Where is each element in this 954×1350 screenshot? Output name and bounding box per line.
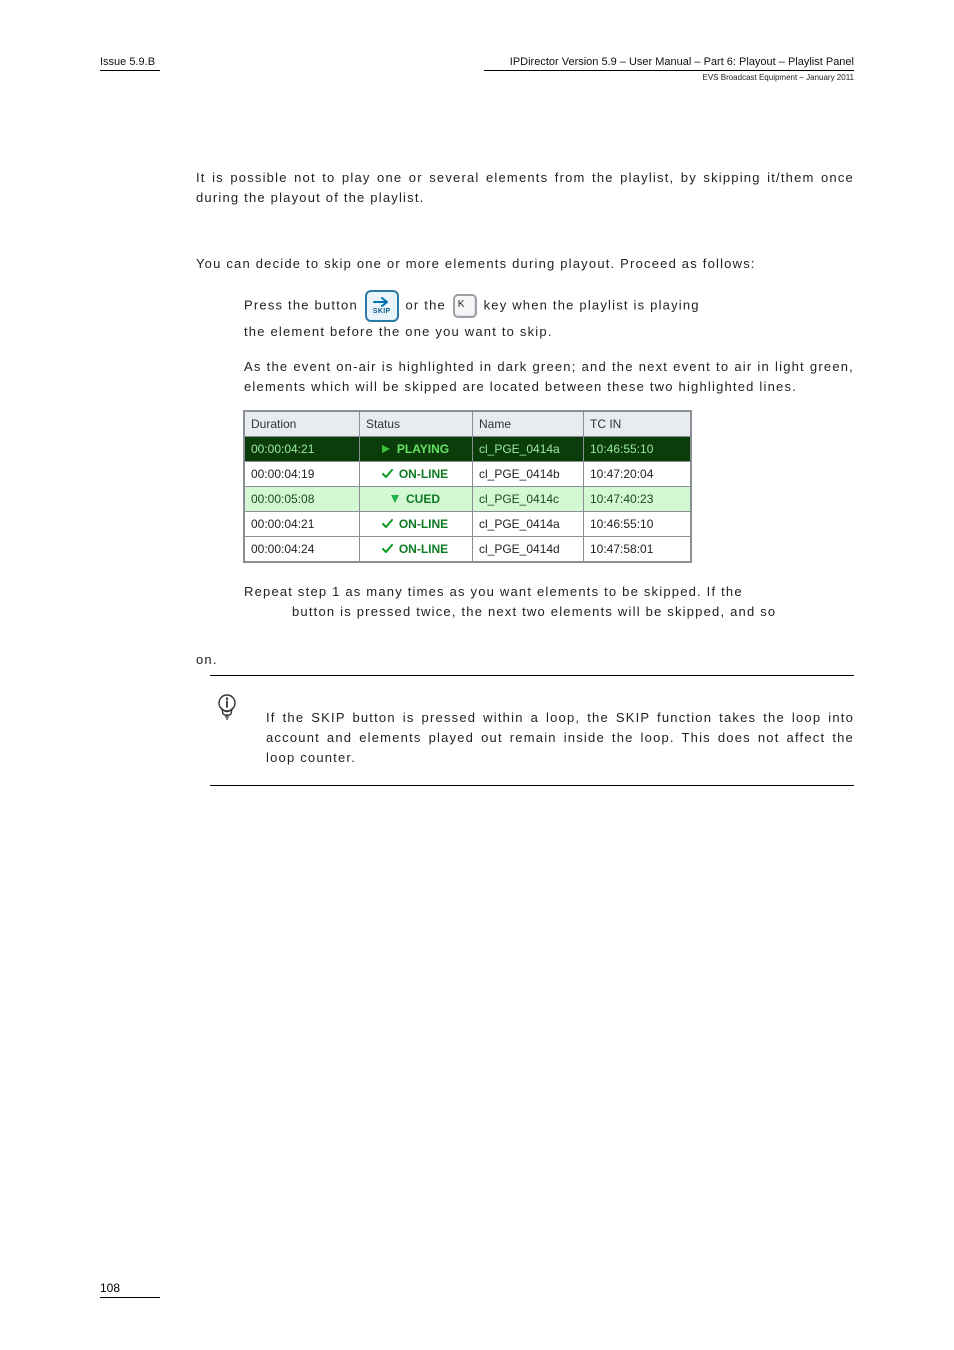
cell-duration: 00:00:05:08	[245, 486, 360, 511]
header-rule-right	[484, 70, 854, 71]
status-label: ON-LINE	[399, 517, 448, 531]
status-label: ON-LINE	[399, 542, 448, 556]
cell-status: CUED	[360, 486, 473, 511]
header-rule-left	[100, 70, 160, 71]
header-title: IPDirector Version 5.9 – User Manual – P…	[510, 56, 854, 68]
note-icon	[214, 692, 240, 725]
page-number: 108	[100, 1281, 160, 1295]
status-label: ON-LINE	[399, 467, 448, 481]
table-row[interactable]: 00:00:04:24 ON-LINE cl_PGE_0414d 10:47:5…	[245, 536, 691, 561]
cell-name: cl_PGE_0414a	[473, 436, 584, 461]
cued-icon	[390, 494, 400, 504]
cell-tcin: 10:46:55:10	[584, 436, 691, 461]
skip-button-label: SKIP	[373, 307, 391, 318]
col-duration[interactable]: Duration	[245, 411, 360, 436]
cell-status: ON-LINE	[360, 536, 473, 561]
play-icon	[381, 444, 391, 454]
footer-rule	[100, 1297, 160, 1298]
table-header-row: Duration Status Name TC IN	[245, 411, 691, 436]
status-label: PLAYING	[397, 442, 449, 456]
cell-status: PLAYING	[360, 436, 473, 461]
table-row[interactable]: 00:00:04:19 ON-LINE cl_PGE_0414b 10:47:2…	[245, 461, 691, 486]
cell-tcin: 10:47:58:01	[584, 536, 691, 561]
cell-status: ON-LINE	[360, 511, 473, 536]
col-tcin[interactable]: TC IN	[584, 411, 691, 436]
cell-duration: 00:00:04:21	[245, 511, 360, 536]
col-name[interactable]: Name	[473, 411, 584, 436]
header-sub: EVS Broadcast Equipment – January 2011	[100, 73, 854, 82]
step2-paragraph: As the event on-air is highlighted in da…	[244, 357, 854, 397]
col-status[interactable]: Status	[360, 411, 473, 436]
cell-duration: 00:00:04:24	[245, 536, 360, 561]
note-box: If the SKIP button is pressed within a l…	[210, 675, 854, 785]
note-text: If the SKIP button is pressed within a l…	[266, 690, 854, 768]
cell-duration: 00:00:04:19	[245, 461, 360, 486]
repeat-c: on.	[196, 652, 854, 667]
step1-text-c: or the	[406, 298, 451, 313]
check-icon	[382, 469, 393, 479]
repeat-b: button is pressed twice, the next two el…	[244, 602, 854, 622]
cell-tcin: 10:47:40:23	[584, 486, 691, 511]
table-row[interactable]: 00:00:04:21 PLAYING cl_PGE_0414a 10:46:5…	[245, 436, 691, 461]
table-row[interactable]: 00:00:04:21 ON-LINE cl_PGE_0414a 10:46:5…	[245, 511, 691, 536]
cell-status: ON-LINE	[360, 461, 473, 486]
step1-cont: the element before the one you want to s…	[244, 322, 854, 342]
step1-text-b: button	[315, 298, 363, 313]
playlist-table: Duration Status Name TC IN 00:00:04:21	[244, 411, 691, 562]
check-icon	[382, 519, 393, 529]
cell-name: cl_PGE_0414d	[473, 536, 584, 561]
step1-text-d: key when the playlist is playing	[484, 298, 700, 313]
step1-text-a: Press the	[244, 298, 315, 313]
cell-tcin: 10:47:20:04	[584, 461, 691, 486]
intro-paragraph: It is possible not to play one or severa…	[196, 168, 854, 208]
k-key-label: K	[458, 297, 465, 313]
header-issue: Issue 5.9.B	[100, 56, 155, 68]
repeat-a: Repeat step 1 as many times as you want …	[244, 584, 743, 599]
repeat-paragraph: Repeat step 1 as many times as you want …	[244, 582, 854, 622]
step1-line: Press the button SKIP or the K	[244, 290, 854, 322]
skip-button[interactable]: SKIP	[365, 290, 399, 322]
table-row[interactable]: 00:00:05:08 CUED cl_PGE_0414c 10:47:40:2…	[245, 486, 691, 511]
cell-duration: 00:00:04:21	[245, 436, 360, 461]
status-label: CUED	[406, 492, 440, 506]
proceed-paragraph: You can decide to skip one or more eleme…	[196, 254, 854, 274]
cell-tcin: 10:46:55:10	[584, 511, 691, 536]
cell-name: cl_PGE_0414b	[473, 461, 584, 486]
check-icon	[382, 544, 393, 554]
cell-name: cl_PGE_0414a	[473, 511, 584, 536]
k-key[interactable]: K	[453, 294, 477, 318]
footer: 108	[100, 1281, 160, 1298]
cell-name: cl_PGE_0414c	[473, 486, 584, 511]
